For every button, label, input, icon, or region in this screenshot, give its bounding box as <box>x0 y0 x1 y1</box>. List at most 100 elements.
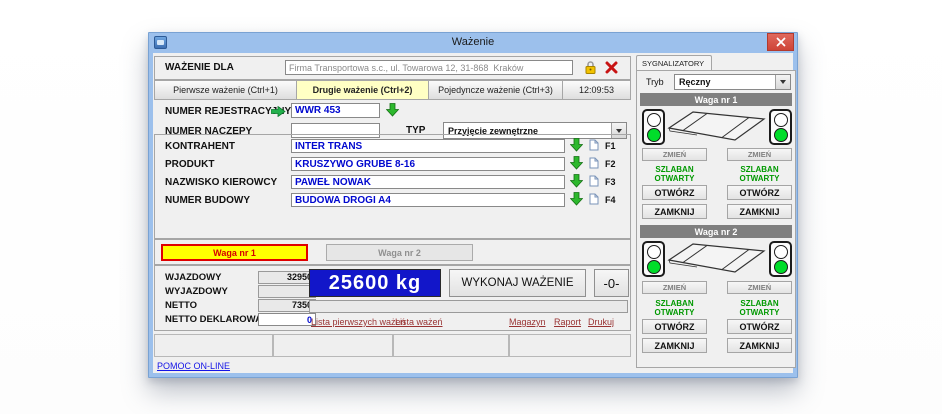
tab-scale-1[interactable]: Waga nr 1 <box>161 244 308 261</box>
first-weighings-list-link[interactable]: Lista pierwszych ważeń <box>311 317 406 327</box>
product-input[interactable] <box>291 157 565 171</box>
info-cell-2 <box>273 334 393 357</box>
scale2-right-change-button[interactable]: ZMIEŃ <box>727 281 792 294</box>
mode-select[interactable]: Ręczny <box>674 74 791 90</box>
exit-weight-label: WYJAZDOWY <box>165 286 228 297</box>
scale1-left-close-button[interactable]: ZAMKNIJ <box>642 204 707 219</box>
scale2-left-barrier-status: SZLABAN OTWARTY <box>642 299 707 317</box>
desktop: Ważenie WAŻENIE DLA Pierwsze ważenie (Ct <box>0 0 942 414</box>
print-link[interactable]: Drukuj <box>588 317 614 327</box>
scale1-right-close-button[interactable]: ZAMKNIJ <box>727 204 792 219</box>
arrow-right-icon <box>271 106 286 117</box>
close-icon <box>776 37 786 47</box>
lock-icon[interactable] <box>584 60 597 75</box>
scale2-right-open-button[interactable]: OTWÓRZ <box>727 319 792 334</box>
contractor-dropdown-arrow-icon[interactable] <box>570 138 583 152</box>
driver-fkey-label: F3 <box>605 177 616 187</box>
mode-select-button[interactable] <box>775 75 790 89</box>
entry-weight-label: WJAZDOWY <box>165 272 221 283</box>
contractor-fkey-label: F1 <box>605 141 616 151</box>
weighing-note-field <box>309 300 628 313</box>
scale2-right-close-button[interactable]: ZAMKNIJ <box>727 338 792 353</box>
warehouse-link[interactable]: Magazyn <box>509 317 546 327</box>
registration-number-input[interactable] <box>291 103 380 118</box>
weight-display: 25600 kg <box>309 269 441 297</box>
green-light-on <box>774 260 788 274</box>
scale1-right-open-button[interactable]: OTWÓRZ <box>727 185 792 200</box>
scale2-left-open-button[interactable]: OTWÓRZ <box>642 319 707 334</box>
report-link[interactable]: Raport <box>554 317 581 327</box>
product-dropdown-arrow-icon[interactable] <box>570 156 583 170</box>
driver-document-icon[interactable] <box>589 175 599 187</box>
weighbridge-icon <box>667 238 768 278</box>
net-weight-label: NETTO <box>165 300 197 311</box>
tab-second-weighing[interactable]: Drugie ważenie (Ctrl+2) <box>296 80 429 100</box>
info-cell-1 <box>154 334 273 357</box>
perform-weighing-button[interactable]: WYKONAJ WAŻENIE <box>449 269 586 297</box>
window-close-button[interactable] <box>767 33 794 51</box>
traffic-light-icon <box>769 109 792 145</box>
chevron-down-icon <box>616 129 622 133</box>
driver-name-label: NAZWISKO KIEROWCY <box>165 177 277 188</box>
traffic-light-icon <box>769 241 792 277</box>
clock: 12:09:53 <box>562 80 631 100</box>
scale1-right-barrier-status: SZLABAN OTWARTY <box>727 165 792 183</box>
declared-net-input[interactable] <box>258 313 316 326</box>
site-fkey-label: F4 <box>605 195 616 205</box>
site-document-icon[interactable] <box>589 193 599 205</box>
product-label: PRODUKT <box>165 159 214 170</box>
contractor-label: KONTRAHENT <box>165 141 235 152</box>
site-number-label: NUMER BUDOWY <box>165 195 250 206</box>
online-help-link[interactable]: POMOC ON-LINE <box>157 361 230 371</box>
scale1-left-change-button[interactable]: ZMIEŃ <box>642 148 707 161</box>
tab-signals[interactable]: SYGNALIZATORY <box>636 55 712 71</box>
scale1-left-barrier-status: SZLABAN OTWARTY <box>642 165 707 183</box>
traffic-light-icon <box>642 241 665 277</box>
green-light-on <box>647 128 661 142</box>
scale1-left-open-button[interactable]: OTWÓRZ <box>642 185 707 200</box>
window-content: WAŻENIE DLA Pierwsze ważenie (Ctrl+1) Dr… <box>153 53 793 373</box>
net-weight-value: 7350 <box>258 299 316 312</box>
green-light-on <box>774 128 788 142</box>
weighing-for-label: WAŻENIE DLA <box>165 62 234 73</box>
chevron-down-icon <box>780 80 786 84</box>
weighings-list-link[interactable]: Lista ważeń <box>395 317 443 327</box>
clear-icon[interactable] <box>605 61 618 74</box>
driver-name-input[interactable] <box>291 175 565 189</box>
info-cell-3 <box>393 334 509 357</box>
window-title: Ważenie <box>149 36 797 48</box>
scale2-left-close-button[interactable]: ZAMKNIJ <box>642 338 707 353</box>
red-light-off <box>774 113 788 127</box>
tab-single-weighing[interactable]: Pojedyncze ważenie (Ctrl+3) <box>428 80 563 100</box>
site-dropdown-arrow-icon[interactable] <box>570 192 583 206</box>
weighing-for-input[interactable] <box>285 60 573 75</box>
registration-dropdown-arrow-icon[interactable] <box>386 103 399 117</box>
signals-scale1-header: Waga nr 1 <box>640 93 792 106</box>
contractor-input[interactable] <box>291 139 565 153</box>
signals-scale2-header: Waga nr 2 <box>640 225 792 238</box>
driver-dropdown-arrow-icon[interactable] <box>570 174 583 188</box>
contractor-document-icon[interactable] <box>589 139 599 151</box>
product-fkey-label: F2 <box>605 159 616 169</box>
site-number-input[interactable] <box>291 193 565 207</box>
scale2-right-barrier-status: SZLABAN OTWARTY <box>727 299 792 317</box>
mode-select-value: Ręczny <box>675 77 775 87</box>
green-light-on <box>647 260 661 274</box>
info-cell-4 <box>509 334 631 357</box>
mode-label: Tryb <box>646 77 664 87</box>
weighing-window: Ważenie WAŻENIE DLA Pierwsze ważenie (Ct <box>148 32 798 378</box>
tab-scale-2[interactable]: Waga nr 2 <box>326 244 473 261</box>
red-light-off <box>774 245 788 259</box>
red-light-off <box>647 113 661 127</box>
exit-weight-value <box>258 285 316 298</box>
scale2-left-change-button[interactable]: ZMIEŃ <box>642 281 707 294</box>
product-document-icon[interactable] <box>589 157 599 169</box>
zero-button[interactable]: -0- <box>594 269 629 297</box>
scale1-right-change-button[interactable]: ZMIEŃ <box>727 148 792 161</box>
weighbridge-icon <box>667 106 768 146</box>
tab-first-weighing[interactable]: Pierwsze ważenie (Ctrl+1) <box>154 80 297 100</box>
traffic-light-icon <box>642 109 665 145</box>
titlebar[interactable]: Ważenie <box>149 33 797 53</box>
entry-weight-value: 32950 <box>258 271 316 284</box>
red-light-off <box>647 245 661 259</box>
